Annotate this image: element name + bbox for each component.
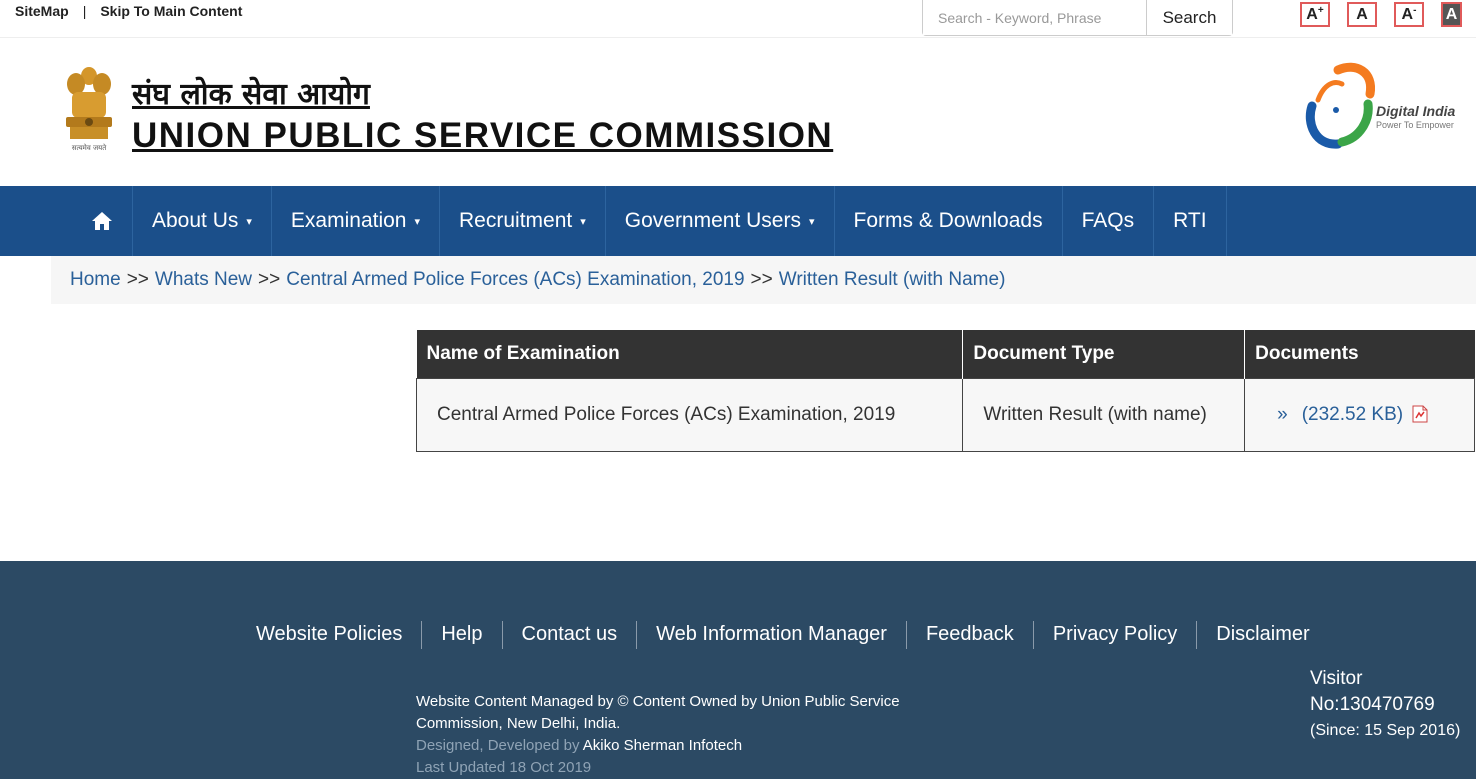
pdf-icon[interactable] [1412,405,1428,423]
breadcrumb-separator: >> [126,269,149,290]
visitor-label: Visitor [1310,668,1363,689]
header-exam-name: Name of Examination [416,330,964,378]
plus-sign: + [1317,5,1324,16]
search-box: Search [922,0,1233,36]
nav-faqs-label: FAQs [1081,209,1135,232]
chevron-down-icon: ▾ [580,215,586,228]
cell-documents: » (232.52 KB) [1244,377,1475,452]
breadcrumb-current[interactable]: Written Result (with Name) [779,269,1006,290]
top-bar: SiteMap | Skip To Main Content Search A+… [0,0,1476,38]
font-normal-label: A [1356,5,1368,23]
footer-link-contact-us[interactable]: Contact us [503,621,638,649]
font-normal-button[interactable]: A [1347,2,1377,27]
visitor-since: (Since: 15 Sep 2016) [1310,722,1461,739]
breadcrumb-separator: >> [258,269,281,290]
visitor-number: No:130470769 [1310,694,1435,715]
high-contrast-button[interactable]: A [1441,2,1462,27]
visitor-counter: Visitor No:130470769 (Since: 15 Sep 2016… [1310,666,1460,744]
digital-india-tagline: Power To Empower [1376,120,1454,130]
chevron-down-icon: ▾ [246,215,252,228]
breadcrumb: Home >> Whats New >> Central Armed Police Fo… [51,256,1476,304]
footer-info: Website Content Managed by © Content Own… [416,691,900,779]
managed-line-2: Commission, New Delhi, India. [416,715,621,732]
nav-home[interactable] [72,186,133,256]
table-header-row: Name of Examination Document Type Docume… [416,330,1475,378]
font-increase-label: A [1306,5,1318,23]
title-english[interactable]: UNION PUBLIC SERVICE COMMISSION [132,116,833,156]
cell-document-type: Written Result (with name) [962,377,1246,452]
last-updated: Last Updated 18 Oct 2019 [416,759,592,776]
nav-examination-label: Examination [290,209,407,232]
footer-link-help[interactable]: Help [422,621,503,649]
nav-list: About Us ▾ Examination ▾ Recruitment ▾ Gove… [72,186,1227,256]
document-download-link[interactable]: (232.52 KB) [1302,404,1403,425]
digital-india-text: Digital India [1376,103,1456,119]
designed-by-link[interactable]: Akiko Sherman Infotech [583,737,742,754]
emblem-caption: सत्यमेव जयते [72,143,107,152]
skip-to-main-link[interactable]: Skip To Main Content [100,3,242,19]
breadcrumb-home[interactable]: Home [70,269,121,290]
cell-exam-name: Central Armed Police Forces (ACs) Examin… [415,377,964,452]
font-increase-button[interactable]: A + [1300,2,1330,27]
home-icon [92,212,112,230]
main-nav: About Us ▾ Examination ▾ Recruitment ▾ Gove… [0,186,1476,256]
header-documents: Documents [1244,330,1475,378]
nav-forms-downloads[interactable]: Forms & Downloads [835,186,1063,256]
font-decrease-label: A [1401,5,1414,23]
footer-link-feedback[interactable]: Feedback [907,621,1034,649]
font-size-controls: A + A A- A [1300,2,1462,27]
title-hindi[interactable]: संघ लोक सेवा आयोग [132,72,370,113]
nav-recruitment-label: Recruitment [459,209,573,232]
nav-forms-downloads-label: Forms & Downloads [853,209,1043,232]
nav-rti-label: RTI [1173,209,1207,232]
sitemap-link[interactable]: SiteMap [15,3,69,19]
table-row: Central Armed Police Forces (ACs) Examin… [415,377,1475,452]
chevron-down-icon: ▾ [808,215,815,228]
footer-link-website-policies[interactable]: Website Policies [237,621,423,649]
breadcrumb-separator: >> [750,269,773,290]
nav-recruitment[interactable]: Recruitment ▾ [440,186,606,256]
footer-link-web-information-manager[interactable]: Web Information Manager [637,621,907,649]
nav-government-users-label: Government Users [624,209,801,232]
site-footer: Website Policies Help Contact us Web Inf… [0,561,1476,779]
designed-prefix: Designed, Developed by [416,737,580,754]
breadcrumb-whats-new[interactable]: Whats New [155,269,252,290]
managed-line-1: Website Content Managed by © Content Own… [416,693,900,710]
bullet-icon: » [1277,403,1288,425]
nav-examination[interactable]: Examination ▾ [272,186,441,256]
search-button[interactable]: Search [1147,0,1232,35]
footer-links: Website Policies Help Contact us Web Inf… [237,621,1329,649]
top-links: SiteMap | Skip To Main Content [15,3,242,19]
site-header: सत्यमेव जयते संघ लोक सेवा आयोग UNION PUB… [0,38,1476,186]
digital-india-logo-icon[interactable]: Digital India Power To Empower [1298,62,1463,152]
top-separator: | [82,3,87,19]
nav-government-users[interactable]: Government Users ▾ [606,186,835,256]
minus-sign: - [1413,5,1417,16]
search-input[interactable] [923,0,1147,35]
chevron-down-icon: ▾ [414,215,421,228]
nav-rti[interactable]: RTI [1154,186,1227,256]
nav-about-us-label: About Us [152,209,239,232]
header-document-type: Document Type [962,330,1246,378]
nav-about-us[interactable]: About Us ▾ [133,186,272,256]
contrast-label: A [1445,5,1458,23]
footer-link-disclaimer[interactable]: Disclaimer [1197,621,1328,649]
font-decrease-button[interactable]: A- [1394,2,1424,27]
footer-link-privacy-policy[interactable]: Privacy Policy [1034,621,1198,649]
nav-faqs[interactable]: FAQs [1063,186,1155,256]
breadcrumb-exam[interactable]: Central Armed Police Forces (ACs) Examin… [286,269,744,290]
national-emblem-icon[interactable]: सत्यमेव जयते [58,62,120,154]
results-table: Name of Examination Document Type Docume… [415,330,1475,452]
